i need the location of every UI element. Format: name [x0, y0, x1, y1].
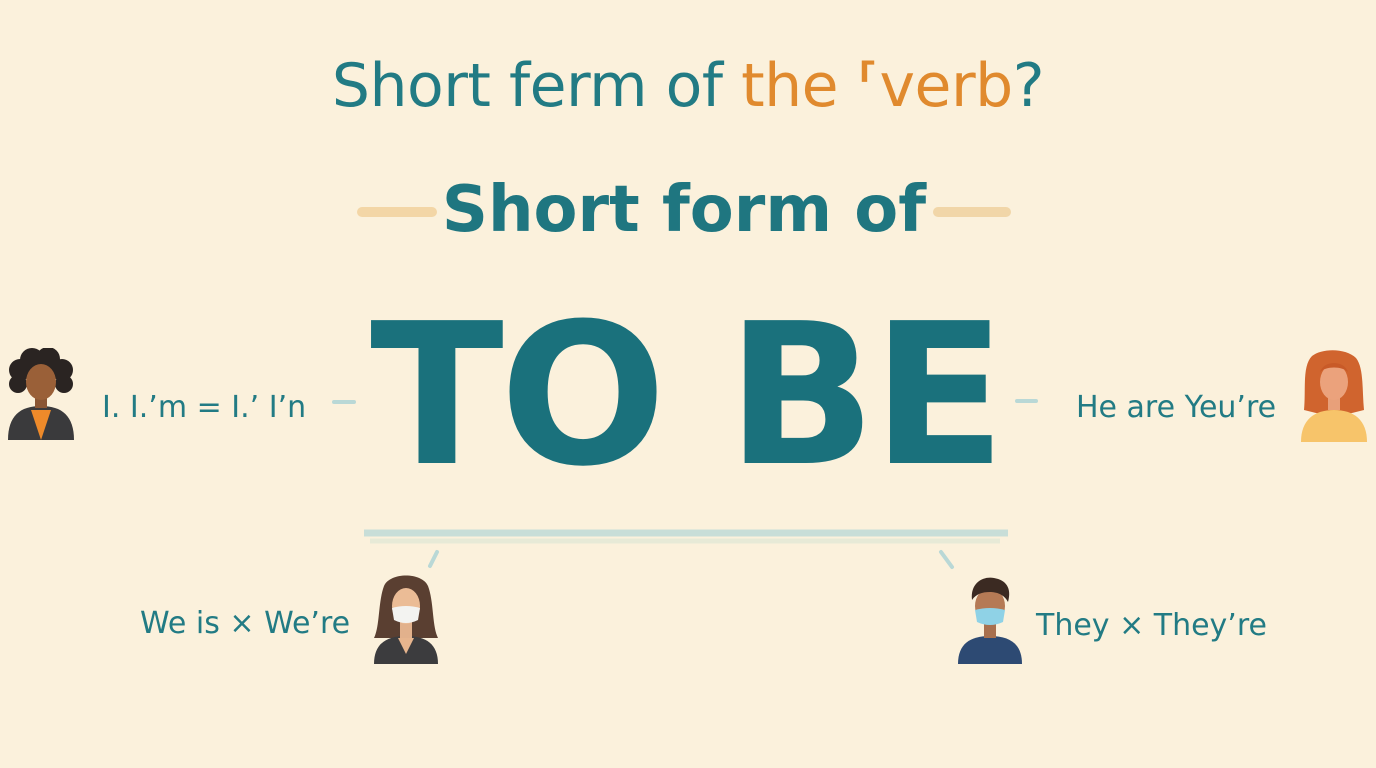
box-heading: Short form of — [441, 173, 927, 247]
label-bottom-right: They × They’re — [1036, 608, 1267, 643]
masked-woman-icon — [372, 572, 440, 664]
curly-hair-person-icon — [6, 348, 76, 442]
label-top-left: I. I.’m = I.’ I’n — [102, 390, 307, 425]
to-be-title: TO BE — [370, 282, 1006, 510]
masked-man-icon — [956, 574, 1024, 664]
connector-bottom-right — [939, 550, 954, 569]
red-hair-woman-icon — [1298, 350, 1370, 442]
label-bottom-left: We is × We’re — [140, 606, 351, 641]
label-top-right: He are Yeu’re — [1076, 390, 1277, 425]
connector-bottom-left — [428, 550, 439, 568]
